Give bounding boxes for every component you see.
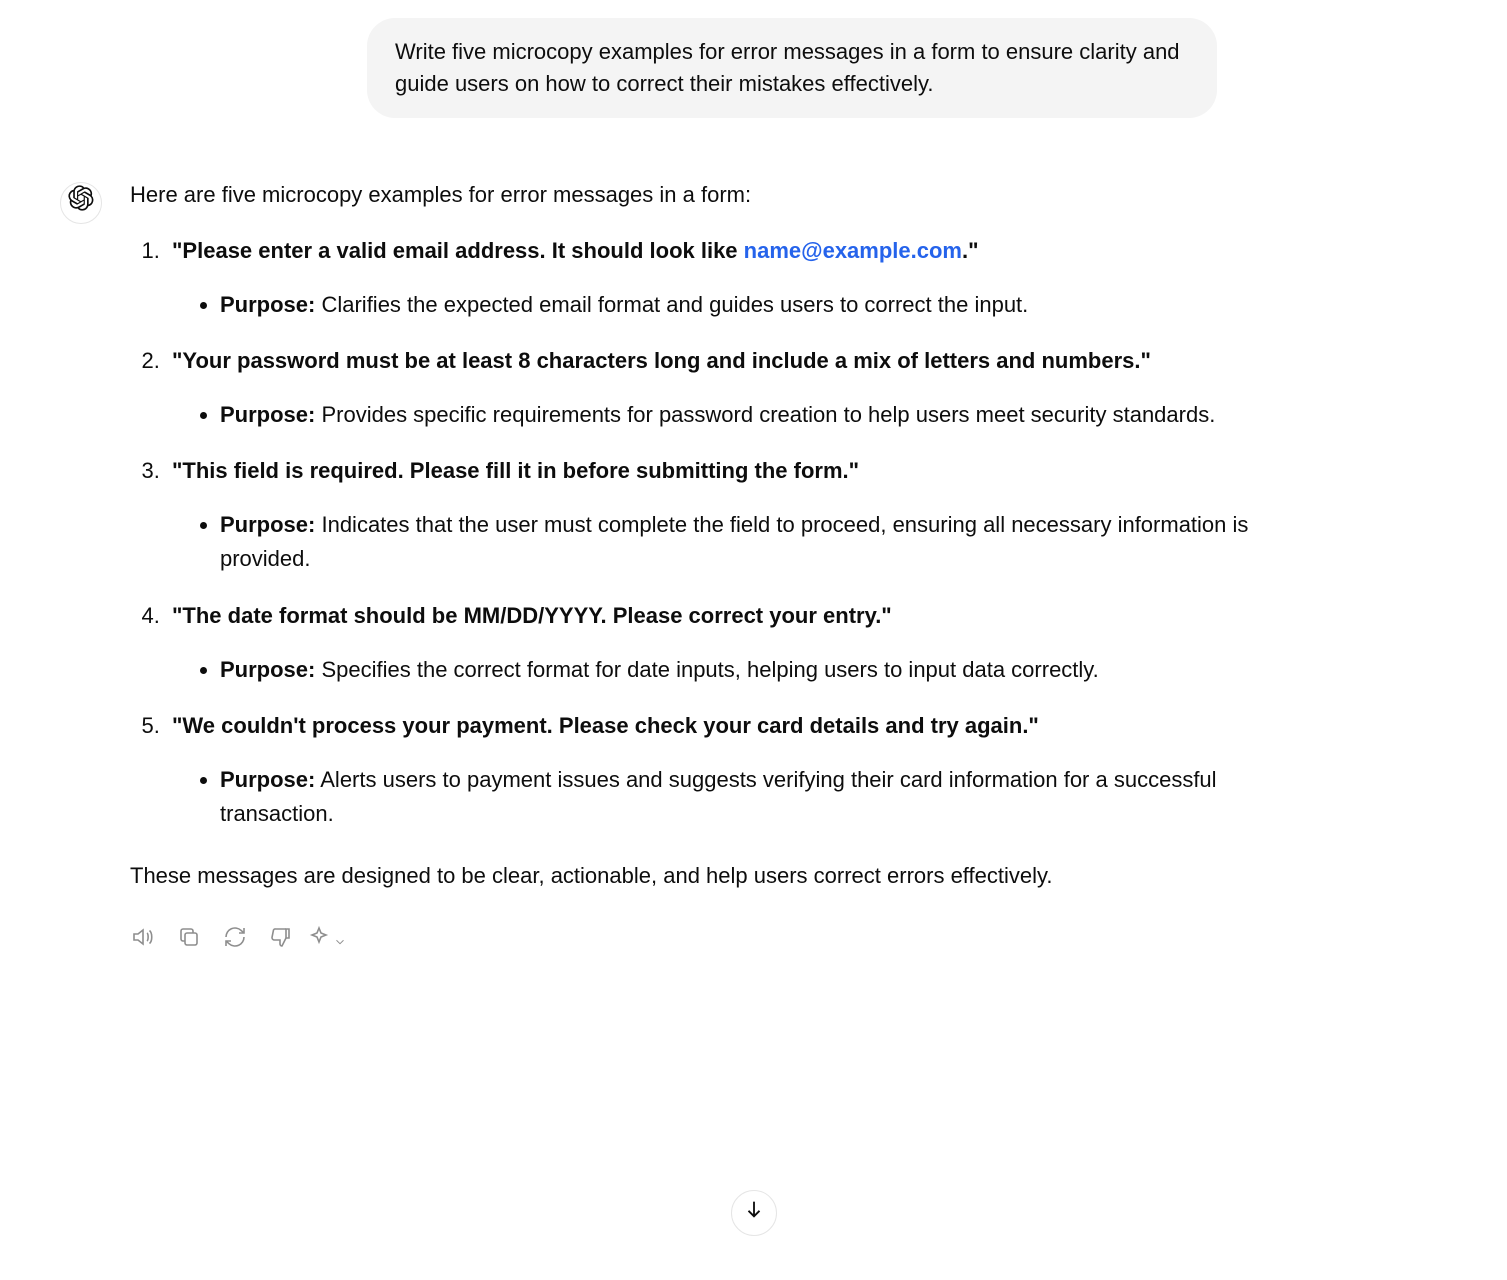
copy-button[interactable] [176,929,202,955]
purpose-label-3: Purpose: [220,512,315,537]
example-1-prefix: "Please enter a valid email address. It … [172,238,744,263]
example-item-4: "The date format should be MM/DD/YYYY. P… [166,599,1280,687]
example-1-link[interactable]: name@example.com [744,238,962,263]
regenerate-button[interactable] [222,929,248,955]
assistant-content: Here are five microcopy examples for err… [130,178,1280,955]
read-aloud-button[interactable] [130,929,156,955]
example-item-3: "This field is required. Please fill it … [166,454,1280,576]
assistant-row: Here are five microcopy examples for err… [60,178,1447,955]
scroll-to-bottom-button[interactable] [731,1190,777,1236]
assistant-avatar [60,182,102,224]
purpose-text-2: Provides specific requirements for passw… [315,402,1215,427]
purpose-label-5: Purpose: [220,767,315,792]
example-title-5: "We couldn't process your payment. Pleas… [172,713,1039,738]
example-title-1: "Please enter a valid email address. It … [172,238,979,263]
example-5-purpose: Purpose: Alerts users to payment issues … [220,763,1280,831]
purpose-text-4: Specifies the correct format for date in… [315,657,1098,682]
example-item-1: "Please enter a valid email address. It … [166,234,1280,322]
purpose-label-2: Purpose: [220,402,315,427]
purpose-text-3: Indicates that the user must complete th… [220,512,1248,571]
example-2-sub: Purpose: Provides specific requirements … [172,398,1280,432]
examples-list: "Please enter a valid email address. It … [130,234,1280,831]
example-4-sub: Purpose: Specifies the correct format fo… [172,653,1280,687]
example-5-sub: Purpose: Alerts users to payment issues … [172,763,1280,831]
refresh-icon [223,925,247,959]
sparkle-icon [307,925,331,959]
example-3-purpose: Purpose: Indicates that the user must co… [220,508,1280,576]
more-actions-button[interactable] [314,929,340,955]
example-item-2: "Your password must be at least 8 charac… [166,344,1280,432]
example-1-sub: Purpose: Clarifies the expected email fo… [172,288,1280,322]
example-title-2: "Your password must be at least 8 charac… [172,348,1151,373]
speaker-icon [131,925,155,959]
arrow-down-icon [743,1196,765,1230]
thumbs-down-button[interactable] [268,929,294,955]
assistant-intro: Here are five microcopy examples for err… [130,178,1280,212]
copy-icon [177,925,201,959]
example-item-5: "We couldn't process your payment. Pleas… [166,709,1280,831]
user-message-row: Write five microcopy examples for error … [60,18,1447,118]
example-title-3: "This field is required. Please fill it … [172,458,859,483]
example-title-4: "The date format should be MM/DD/YYYY. P… [172,603,892,628]
example-2-purpose: Purpose: Provides specific requirements … [220,398,1280,432]
example-3-sub: Purpose: Indicates that the user must co… [172,508,1280,576]
purpose-text-1: Clarifies the expected email format and … [315,292,1028,317]
example-1-suffix: ." [962,238,979,263]
chevron-down-icon [333,925,347,959]
user-message-bubble: Write five microcopy examples for error … [367,18,1217,118]
message-toolbar [130,929,1280,955]
openai-logo-icon [68,185,94,221]
example-4-purpose: Purpose: Specifies the correct format fo… [220,653,1280,687]
purpose-label-4: Purpose: [220,657,315,682]
example-1-purpose: Purpose: Clarifies the expected email fo… [220,288,1280,322]
assistant-closing: These messages are designed to be clear,… [130,859,1280,893]
thumbs-down-icon [269,925,293,959]
purpose-text-5: Alerts users to payment issues and sugge… [220,767,1217,826]
user-message-text: Write five microcopy examples for error … [395,39,1180,96]
purpose-label-1: Purpose: [220,292,315,317]
